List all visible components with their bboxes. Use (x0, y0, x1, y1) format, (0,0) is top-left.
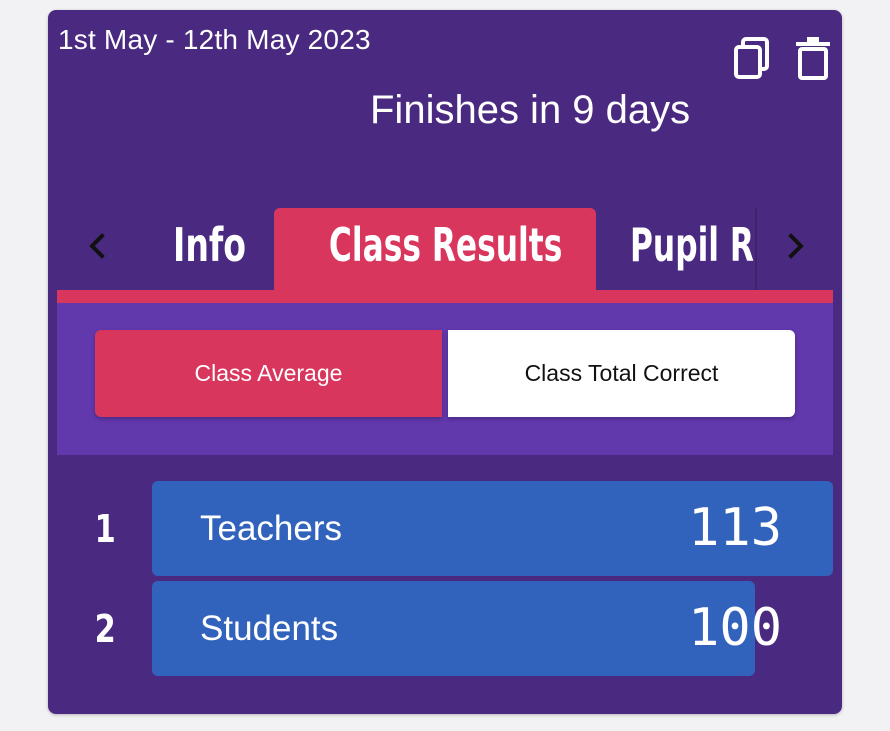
class-average-toggle[interactable]: Class Average (95, 330, 442, 417)
tab-pupil-results[interactable]: Pupil Results (630, 208, 755, 290)
result-value: 113 (688, 498, 782, 558)
tab-pupil-results-label: Pupil Results (630, 218, 755, 272)
competition-card: 1st May - 12th May 2023 Finishes in 9 da… (48, 10, 842, 714)
tab-info[interactable]: Info (173, 208, 274, 290)
result-row: 2 Students 100 (48, 581, 842, 677)
result-row: 1 Teachers 113 (48, 481, 842, 577)
tab-class-results[interactable]: Class Results (274, 208, 596, 290)
tab-info-label: Info (173, 218, 247, 272)
tab-class-results-label: Class Results (328, 218, 563, 272)
result-name: Students (200, 609, 339, 648)
countdown-text: Finishes in 9 days (370, 88, 691, 132)
class-total-correct-toggle[interactable]: Class Total Correct (448, 330, 795, 417)
rank-number: 1 (94, 507, 116, 551)
tab-bar: Info Class Results Pupil Results (57, 208, 833, 290)
results-mode-panel: Class Average Class Total Correct (57, 303, 833, 455)
active-tab-underline (57, 290, 833, 303)
chevron-left-icon[interactable] (82, 228, 112, 264)
date-range: 1st May - 12th May 2023 (58, 24, 371, 55)
tab-scroll-edge (755, 208, 757, 290)
copy-icon[interactable] (733, 36, 773, 80)
rank-number: 2 (94, 607, 116, 651)
trash-icon[interactable] (794, 36, 834, 80)
result-value: 100 (688, 598, 782, 658)
result-name: Teachers (200, 509, 343, 548)
chevron-right-icon[interactable] (781, 228, 811, 264)
